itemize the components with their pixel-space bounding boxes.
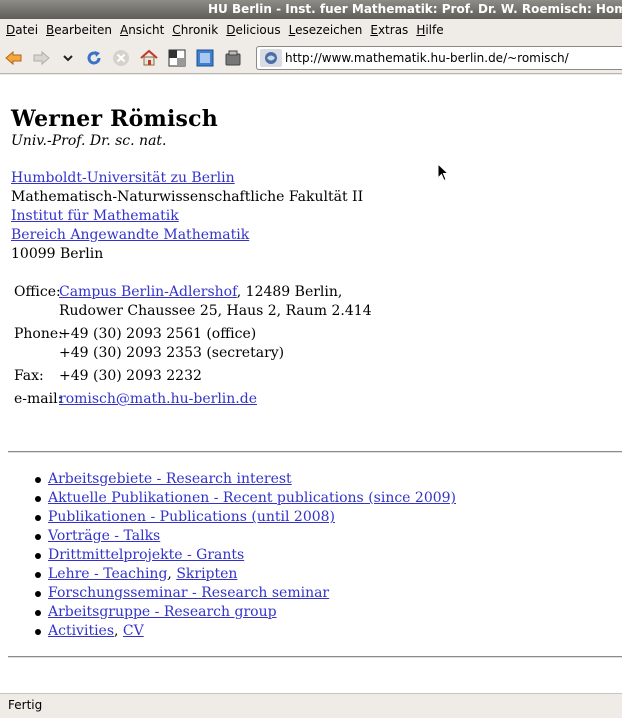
email-label: e-mail: bbox=[14, 391, 63, 407]
list-item: Lehre - Teaching, Skripten bbox=[35, 565, 456, 584]
menu-datei[interactable]: Datei bbox=[2, 19, 42, 41]
list-item: Publikationen - Publications (until 2008… bbox=[35, 508, 456, 527]
link-separator: , bbox=[114, 623, 123, 639]
list-item: Forschungsseminar - Research seminar bbox=[35, 584, 456, 603]
list-item: Activities, CV bbox=[35, 622, 456, 641]
mouse-cursor-icon bbox=[437, 162, 450, 186]
nav-link-list: Arbeitsgebiete - Research interest Aktue… bbox=[35, 470, 456, 641]
site-identity-icon[interactable] bbox=[260, 49, 282, 67]
link-recent-publications[interactable]: Aktuelle Publikationen - Recent publicat… bbox=[48, 490, 456, 506]
toolbar-icon-1[interactable] bbox=[167, 48, 187, 68]
url-input[interactable] bbox=[285, 50, 615, 66]
faculty-text: Mathematisch-Naturwissenschaftliche Faku… bbox=[11, 189, 364, 205]
page-title: Werner Römisch bbox=[11, 106, 218, 132]
link-research-group[interactable]: Arbeitsgruppe - Research group bbox=[48, 604, 277, 620]
status-text: Fertig bbox=[8, 698, 43, 712]
list-item: Vorträge - Talks bbox=[35, 527, 456, 546]
back-icon[interactable] bbox=[4, 48, 24, 68]
toolbar-icon-2[interactable] bbox=[195, 48, 215, 68]
office-address: Rudower Chaussee 25, Haus 2, Raum 2.414 bbox=[59, 303, 372, 319]
link-separator: , bbox=[167, 566, 177, 582]
phone-office: +49 (30) 2093 2561 (office) bbox=[59, 326, 257, 342]
list-item: Arbeitsgruppe - Research group bbox=[35, 603, 456, 622]
office-city: , 12489 Berlin, bbox=[236, 284, 343, 300]
link-skripten[interactable]: Skripten bbox=[176, 566, 237, 582]
menu-extras[interactable]: Extras bbox=[366, 19, 412, 41]
divider-top bbox=[8, 451, 622, 453]
link-research-interest[interactable]: Arbeitsgebiete - Research interest bbox=[48, 471, 292, 487]
link-university[interactable]: Humboldt-Universität zu Berlin bbox=[11, 170, 235, 186]
page-content: Werner Römisch Univ.-Prof. Dr. sc. nat. … bbox=[0, 75, 622, 693]
link-institute[interactable]: Institut für Mathematik bbox=[11, 208, 179, 224]
window-title: HU Berlin - Inst. fuer Mathematik: Prof.… bbox=[208, 2, 622, 16]
list-item: Arbeitsgebiete - Research interest bbox=[35, 470, 456, 489]
menu-hilfe[interactable]: Hilfe bbox=[412, 19, 447, 41]
menu-ansicht[interactable]: Ansicht bbox=[116, 19, 168, 41]
link-email[interactable]: romisch@math.hu-berlin.de bbox=[59, 391, 257, 407]
link-department[interactable]: Bereich Angewandte Mathematik bbox=[11, 227, 249, 243]
home-icon[interactable] bbox=[139, 48, 159, 68]
url-bar[interactable] bbox=[256, 46, 622, 70]
menu-delicious[interactable]: Delicious bbox=[222, 19, 284, 41]
reload-icon[interactable] bbox=[84, 48, 104, 68]
link-grants[interactable]: Drittmittelprojekte - Grants bbox=[48, 547, 244, 563]
postcode-text: 10099 Berlin bbox=[11, 246, 104, 262]
office-label: Office: bbox=[14, 284, 61, 300]
phone-label: Phone: bbox=[14, 326, 63, 342]
forward-icon[interactable] bbox=[31, 48, 51, 68]
link-teaching[interactable]: Lehre - Teaching bbox=[48, 566, 167, 582]
link-research-seminar[interactable]: Forschungsseminar - Research seminar bbox=[48, 585, 329, 601]
link-activities[interactable]: Activities bbox=[48, 623, 114, 639]
divider-bottom bbox=[8, 656, 622, 658]
navigation-toolbar bbox=[0, 41, 622, 74]
stop-icon[interactable] bbox=[111, 48, 131, 68]
fax-label: Fax: bbox=[14, 368, 44, 384]
link-talks[interactable]: Vorträge - Talks bbox=[48, 528, 160, 544]
link-publications[interactable]: Publikationen - Publications (until 2008… bbox=[48, 509, 335, 525]
phone-secretary: +49 (30) 2093 2353 (secretary) bbox=[59, 345, 285, 361]
menu-bearbeiten[interactable]: Bearbeiten bbox=[42, 19, 116, 41]
menu-bar: Datei Bearbeiten Ansicht Chronik Delicio… bbox=[0, 19, 622, 41]
status-bar: Fertig bbox=[0, 693, 622, 718]
fax-number: +49 (30) 2093 2232 bbox=[59, 368, 202, 384]
link-campus[interactable]: Campus Berlin-Adlershof bbox=[59, 284, 237, 300]
history-dropdown-icon[interactable] bbox=[58, 48, 78, 68]
window-titlebar: HU Berlin - Inst. fuer Mathematik: Prof.… bbox=[0, 0, 622, 19]
academic-degree: Univ.-Prof. Dr. sc. nat. bbox=[11, 133, 167, 149]
link-cv[interactable]: CV bbox=[123, 623, 144, 639]
list-item: Aktuelle Publikationen - Recent publicat… bbox=[35, 489, 456, 508]
toolbar-icon-3[interactable] bbox=[223, 48, 243, 68]
menu-chronik[interactable]: Chronik bbox=[168, 19, 222, 41]
list-item: Drittmittelprojekte - Grants bbox=[35, 546, 456, 565]
menu-lesezeichen[interactable]: Lesezeichen bbox=[285, 19, 367, 41]
